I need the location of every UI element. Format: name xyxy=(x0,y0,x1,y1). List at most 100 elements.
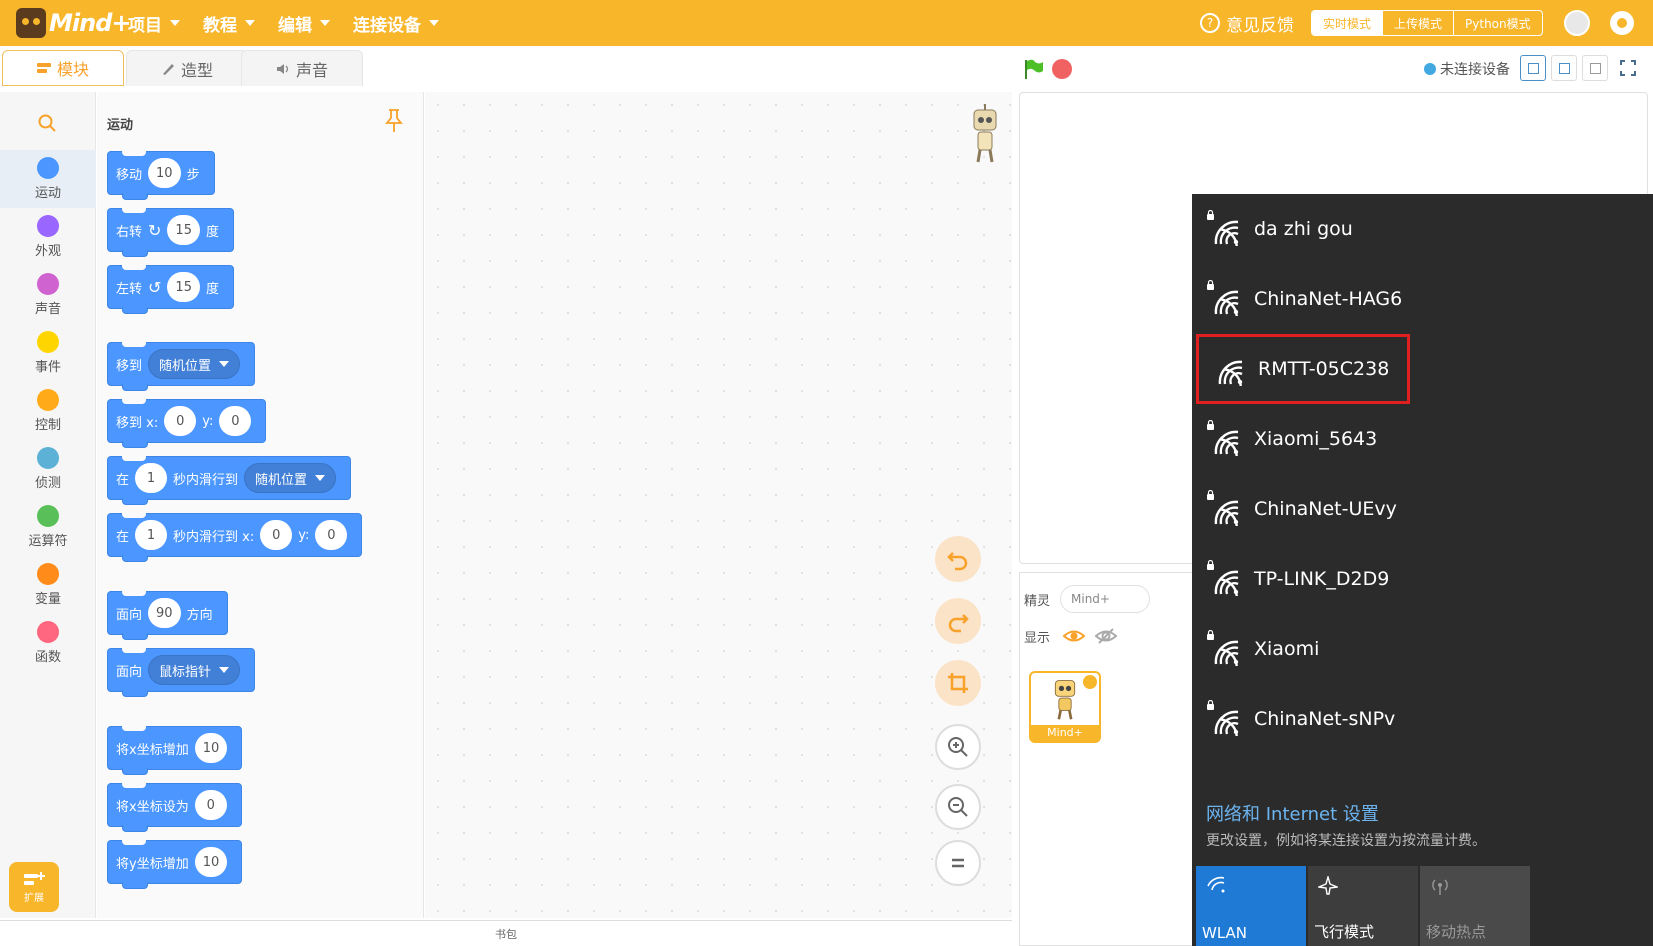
block-number-input[interactable]: 10 xyxy=(194,733,228,763)
block-text: 在 xyxy=(116,472,130,488)
quick-action-wifi[interactable]: WLAN xyxy=(1196,866,1306,946)
block-number-input[interactable]: 10 xyxy=(148,158,181,188)
wifi-network-item[interactable]: ChinaNet-UEvy xyxy=(1192,474,1653,544)
block-number-input[interactable]: 0 xyxy=(194,790,227,820)
block-go-to[interactable]: 移到 随机位置 xyxy=(107,342,256,391)
wifi-network-item[interactable]: ChinaNet-HAG6 xyxy=(1192,264,1653,334)
menu-connect-device[interactable]: 连接设备 xyxy=(353,0,439,46)
feedback-button[interactable]: ? 意见反馈 xyxy=(1200,0,1294,46)
gear-icon[interactable] xyxy=(1610,11,1634,35)
tab-sounds[interactable]: 声音 xyxy=(241,50,363,86)
category-functions[interactable]: 函数 xyxy=(0,614,96,672)
wifi-network-item[interactable]: RMTT-05C238 xyxy=(1196,334,1410,404)
block-number-input[interactable]: 10 xyxy=(194,847,228,877)
layout-normal-stage-button[interactable] xyxy=(1551,55,1577,81)
backpack-bar[interactable]: 书包 xyxy=(0,920,1012,946)
block-go-to-xy[interactable]: 移到 x: 0 y: 0 xyxy=(107,399,267,448)
block-turn-left[interactable]: 左转 ↺ 15 度 xyxy=(107,265,234,314)
wifi-network-item[interactable]: Xiaomi xyxy=(1192,614,1653,684)
block-number-input[interactable]: 0 xyxy=(260,520,293,550)
stop-icon[interactable] xyxy=(1052,59,1072,79)
block-text: 右转 xyxy=(116,224,143,240)
block-point-towards[interactable]: 面向 鼠标指针 xyxy=(107,648,256,697)
block-number-input[interactable]: 1 xyxy=(135,520,168,550)
block-change-y[interactable]: 将y坐标增加 10 xyxy=(107,840,243,889)
mode-python[interactable]: Python模式 xyxy=(1453,11,1542,35)
block-glide-to-xy[interactable]: 在 1 秒内滑行到 x: 0 y: 0 xyxy=(107,513,363,562)
quick-action-hotspot[interactable]: 移动热点 xyxy=(1420,866,1530,946)
tab-costumes[interactable]: 造型 xyxy=(126,50,248,86)
block-glide-to[interactable]: 在 1 秒内滑行到 随机位置 xyxy=(107,456,352,505)
quick-action-label: WLAN xyxy=(1202,924,1248,942)
zoom-in-button[interactable] xyxy=(935,724,981,770)
block-text: 移动 xyxy=(116,167,143,183)
block-number-input[interactable]: 15 xyxy=(167,272,200,302)
block-dropdown[interactable]: 随机位置 xyxy=(244,463,337,493)
block-dropdown[interactable]: 随机位置 xyxy=(148,349,241,379)
network-settings-link[interactable]: 网络和 Internet 设置 xyxy=(1206,800,1379,826)
block-number-input[interactable]: 15 xyxy=(167,215,200,245)
block-number-input[interactable]: 0 xyxy=(315,520,348,550)
block-number-input[interactable]: 0 xyxy=(219,406,252,436)
search-icon[interactable] xyxy=(38,114,56,132)
quick-action-airplane[interactable]: 飞行模式 xyxy=(1308,866,1418,946)
block-dropdown[interactable]: 鼠标指针 xyxy=(148,655,241,685)
avatar[interactable] xyxy=(1564,10,1590,36)
block-change-x[interactable]: 将x坐标增加 10 xyxy=(107,726,243,775)
wifi-network-item[interactable]: da zhi gou xyxy=(1192,194,1653,264)
green-flag-icon[interactable] xyxy=(1022,58,1044,80)
category-sound[interactable]: 声音 xyxy=(0,266,96,324)
zoom-reset-button[interactable] xyxy=(935,840,981,886)
menu-project[interactable]: 项目 xyxy=(128,0,180,46)
wifi-network-name: ChinaNet-HAG6 xyxy=(1254,288,1403,310)
layout-large-stage-button[interactable] xyxy=(1582,55,1608,81)
script-area[interactable] xyxy=(425,92,1012,918)
wifi-signal-icon xyxy=(1207,490,1239,526)
category-label: 函数 xyxy=(34,650,61,665)
block-point-direction[interactable]: 面向 90 方向 xyxy=(107,591,228,640)
block-turn-right[interactable]: 右转 ↻ 15 度 xyxy=(107,208,234,257)
block-number-input[interactable]: 1 xyxy=(135,463,168,493)
redo-button[interactable] xyxy=(935,598,981,644)
eye-off-icon[interactable] xyxy=(1094,624,1118,648)
zoom-out-button[interactable] xyxy=(935,784,981,830)
extension-button[interactable]: 扩展 xyxy=(9,862,59,912)
menu-tutorial[interactable]: 教程 xyxy=(203,0,255,46)
wifi-network-item[interactable]: TP-LINK_D2D9 xyxy=(1192,544,1653,614)
category-color-dot xyxy=(37,447,59,469)
wifi-signal-icon xyxy=(1207,420,1239,456)
category-looks[interactable]: 外观 xyxy=(0,208,96,266)
tab-blocks[interactable]: 模块 xyxy=(2,50,124,86)
crop-button[interactable] xyxy=(935,660,981,706)
show-label: 显示 xyxy=(1024,631,1051,646)
wifi-network-item[interactable]: Xiaomi_5643 xyxy=(1192,404,1653,474)
block-set-x[interactable]: 将x坐标设为 0 xyxy=(107,783,242,832)
undo-button[interactable] xyxy=(935,536,981,582)
category-control[interactable]: 控制 xyxy=(0,382,96,440)
menu-edit[interactable]: 编辑 xyxy=(278,0,330,46)
layout-small-stage-button[interactable] xyxy=(1520,55,1546,81)
wifi-network-item[interactable]: ChinaNet-sNPv xyxy=(1192,684,1653,754)
category-label: 声音 xyxy=(34,302,61,317)
block-move-steps[interactable]: 移动 10 步 xyxy=(107,151,215,200)
mode-upload[interactable]: 上传模式 xyxy=(1382,11,1453,35)
sprite-thumbnail[interactable]: Mind+ xyxy=(1029,671,1101,743)
block-text: y: xyxy=(298,527,310,543)
sprite-name-input[interactable]: Mind+ xyxy=(1060,585,1150,613)
category-sensing[interactable]: 侦测 xyxy=(0,440,96,498)
layout-icon xyxy=(1528,63,1539,74)
eye-icon[interactable] xyxy=(1062,624,1086,648)
category-motion[interactable]: 运动 xyxy=(0,150,96,208)
category-label: 运算符 xyxy=(28,534,68,549)
block-number-input[interactable]: 0 xyxy=(164,406,197,436)
fullscreen-button[interactable] xyxy=(1615,55,1641,81)
category-variables[interactable]: 变量 xyxy=(0,556,96,614)
pin-icon[interactable] xyxy=(384,108,404,134)
connection-status: 未连接设备 xyxy=(1424,58,1510,80)
delete-sprite-icon[interactable] xyxy=(1083,675,1097,689)
mode-realtime[interactable]: 实时模式 xyxy=(1312,11,1383,35)
category-events[interactable]: 事件 xyxy=(0,324,96,382)
block-number-input[interactable]: 90 xyxy=(148,598,181,628)
category-operators[interactable]: 运算符 xyxy=(0,498,96,556)
category-label: 控制 xyxy=(34,418,61,433)
